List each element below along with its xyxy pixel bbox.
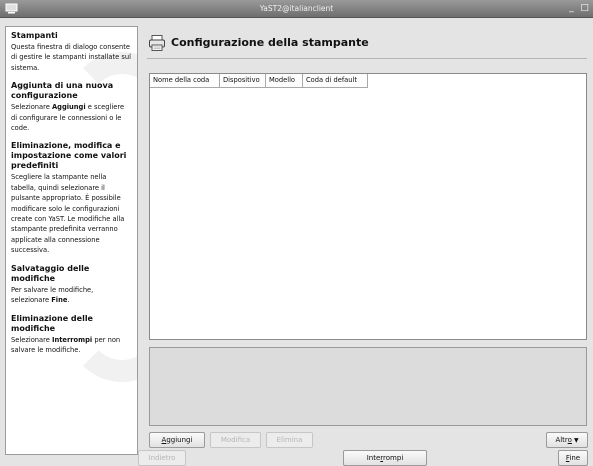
help-section-printers: Stampanti Questa finestra di dialogo con… [11, 31, 132, 73]
help-text: Selezionare Aggiungi e scegliere di conf… [11, 103, 125, 133]
help-text: Questa finestra di dialogo consente di g… [11, 43, 131, 72]
help-heading: Salvataggio delle modifiche [11, 263, 90, 283]
printer-details-area [149, 347, 587, 426]
column-header-queue-name[interactable]: Nome della coda [150, 74, 220, 88]
help-section-abort: Eliminazione delle modifiche Selezionare… [11, 314, 132, 356]
minimize-icon[interactable]: _ [566, 3, 577, 14]
window-title: YaST2@italianclient [259, 4, 334, 13]
help-section-edit: Eliminazione, modifica e impostazione co… [11, 141, 132, 255]
page-header: Configurazione della stampante [146, 32, 586, 54]
delete-button[interactable]: Elimina [266, 432, 313, 448]
finish-button[interactable]: Fine [558, 450, 588, 466]
chevron-down-icon: ▼ [573, 437, 579, 444]
header-divider [147, 58, 587, 59]
column-header-default-queue[interactable]: Coda di default [303, 74, 368, 88]
back-button[interactable]: Indietro [138, 450, 186, 466]
printer-icon [149, 35, 165, 51]
printer-queue-table[interactable]: Nome della coda Dispositivo Modello Coda… [149, 73, 587, 340]
abort-button[interactable]: Interrompi [343, 450, 427, 466]
help-heading: Eliminazione delle modifiche [11, 313, 93, 333]
other-menu-button[interactable]: Altro ▼ [546, 432, 588, 448]
help-heading: Aggiunta di una nuova configurazione [11, 81, 114, 101]
help-heading: Eliminazione, modifica e impostazione co… [11, 141, 127, 171]
edit-button[interactable]: Modifica [210, 432, 261, 448]
main-window: Stampanti Questa finestra di dialogo con… [0, 18, 593, 466]
help-section-add: Aggiunta di una nuova configurazione Sel… [11, 81, 132, 133]
help-text: Per salvare le modifiche, selezionare Fi… [11, 285, 94, 305]
page-title: Configurazione della stampante [171, 36, 369, 49]
help-heading: Stampanti [11, 31, 58, 40]
help-panel[interactable]: Stampanti Questa finestra di dialogo con… [5, 26, 138, 455]
maximize-icon[interactable]: □ [579, 3, 590, 14]
help-text: Scegliere la stampante nella tabella, qu… [11, 173, 125, 255]
table-header: Nome della coda Dispositivo Modello Coda… [150, 74, 368, 88]
help-text: Selezionare Interrompi per non salvare l… [11, 335, 121, 354]
column-header-device[interactable]: Dispositivo [220, 74, 266, 88]
add-button[interactable]: Aggiungi [149, 432, 205, 448]
column-header-model[interactable]: Modello [266, 74, 303, 88]
help-section-save: Salvataggio delle modifiche Per salvare … [11, 264, 132, 306]
window-titlebar[interactable]: YaST2@italianclient _ □ [0, 0, 593, 18]
